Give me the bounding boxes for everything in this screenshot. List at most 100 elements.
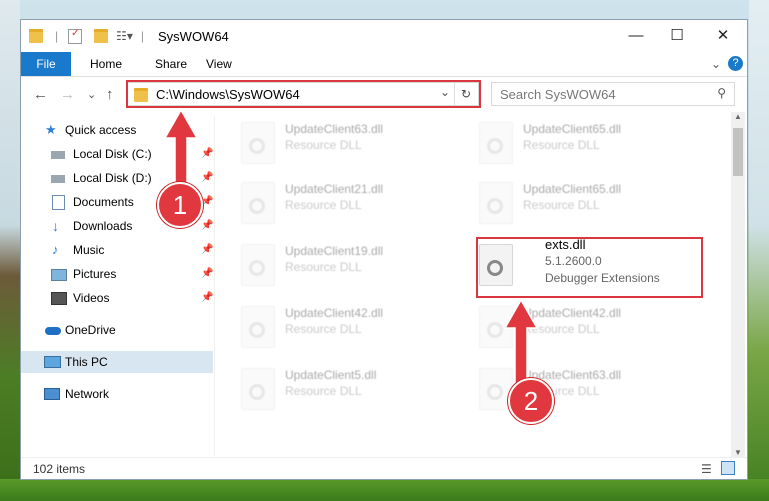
desktop-background-bottom <box>0 479 769 501</box>
window-title: SysWOW64 <box>158 29 229 44</box>
sidebar-item-music[interactable]: ♪ Music 📌 <box>21 239 213 261</box>
recent-locations-button[interactable]: ⌄ <box>87 88 96 101</box>
customize-qa-icon[interactable]: ☷▾ <box>116 29 133 43</box>
file-type: Resource DLL <box>285 198 362 212</box>
scroll-down-icon[interactable]: ▼ <box>734 448 742 457</box>
pictures-icon <box>51 269 67 281</box>
large-icons-view-icon[interactable] <box>721 461 735 475</box>
vertical-scrollbar[interactable]: ▲ ▼ <box>731 112 745 457</box>
drive-icon <box>51 175 65 183</box>
file-item[interactable]: UpdateClient65.dll Resource DLL <box>459 174 679 226</box>
sidebar-item-label: OneDrive <box>65 323 116 337</box>
details-view-icon[interactable]: ☰ <box>701 462 712 476</box>
desktop-background-left <box>0 0 20 501</box>
pin-icon[interactable]: 📌 <box>201 239 213 261</box>
sidebar-item-label: Downloads <box>73 219 133 233</box>
close-button[interactable]: ✕ <box>708 26 738 46</box>
file-name: UpdateClient65.dll <box>523 122 622 136</box>
sidebar-item-label: Music <box>73 243 105 257</box>
pin-icon[interactable]: 📌 <box>201 263 213 285</box>
file-item[interactable]: UpdateClient65.dll Resource DLL <box>459 114 679 166</box>
file-item[interactable]: UpdateClient42.dll Resource DLL <box>221 298 441 350</box>
documents-icon <box>52 195 65 210</box>
sidebar-item-label: Network <box>65 387 110 401</box>
minimize-button[interactable]: — <box>621 26 651 46</box>
search-input[interactable]: Search SysWOW64 ⚲ <box>491 82 735 106</box>
sidebar-item-pictures[interactable]: Pictures 📌 <box>21 263 213 285</box>
chevron-down-icon[interactable]: ⌄ <box>711 52 721 76</box>
file-name: UpdateClient63.dll <box>285 122 384 136</box>
file-type: Resource DLL <box>285 138 362 152</box>
tab-view[interactable]: View <box>206 52 232 76</box>
file-name: UpdateClient5.dll <box>285 368 377 382</box>
new-folder-icon[interactable] <box>94 29 109 43</box>
dll-file-icon <box>241 306 275 348</box>
dll-file-icon <box>479 182 513 224</box>
file-item[interactable]: UpdateClient5.dll Resource DLL <box>221 360 441 412</box>
file-item[interactable]: UpdateClient21.dll Resource DLL <box>221 174 441 226</box>
help-icon[interactable]: ? <box>728 56 743 71</box>
file-name: UpdateClient65.dll <box>523 182 622 196</box>
back-button[interactable]: ← <box>33 86 48 103</box>
sidebar-item-network[interactable]: Network <box>21 383 213 405</box>
downloads-icon: ↓ <box>52 218 59 234</box>
callout-badge-1: 1 <box>157 182 203 228</box>
sidebar-item-label: Documents <box>73 195 134 209</box>
file-type: Resource DLL <box>523 198 600 212</box>
sidebar-item-videos[interactable]: Videos 📌 <box>21 287 213 309</box>
quick-access-toolbar: | ✓ ☷▾ | <box>29 27 144 45</box>
maximize-button[interactable]: ☐ <box>662 26 692 46</box>
file-item[interactable]: UpdateClient63.dll Resource DLL <box>221 114 441 166</box>
title-bar: | ✓ ☷▾ | SysWOW64 — ☐ ✕ <box>21 20 747 52</box>
folder-icon <box>29 29 43 43</box>
sidebar-item-label: Local Disk (D:) <box>73 171 152 185</box>
videos-icon <box>51 292 67 305</box>
star-icon: ★ <box>45 122 57 137</box>
file-item[interactable]: UpdateClient63.dll Resource DLL <box>459 360 679 412</box>
dll-file-icon <box>479 122 513 164</box>
file-item[interactable]: UpdateClient19.dll Resource DLL <box>221 236 441 288</box>
file-name: UpdateClient19.dll <box>285 244 384 258</box>
sidebar-item-this-pc[interactable]: This PC <box>21 351 213 373</box>
file-name: UpdateClient42.dll <box>285 306 384 320</box>
file-highlight-box <box>476 237 703 298</box>
file-name: UpdateClient21.dll <box>285 182 384 196</box>
file-type: Resource DLL <box>285 260 362 274</box>
computer-icon <box>44 356 61 368</box>
dll-file-icon <box>241 244 275 286</box>
sidebar-item-onedrive[interactable]: OneDrive <box>21 319 213 341</box>
scroll-up-icon[interactable]: ▲ <box>734 112 742 121</box>
dll-file-icon <box>241 368 275 410</box>
explorer-window: | ✓ ☷▾ | SysWOW64 — ☐ ✕ File Home Share … <box>20 19 748 480</box>
file-tab[interactable]: File <box>21 52 71 76</box>
properties-icon[interactable]: ✓ <box>68 28 83 44</box>
tab-share[interactable]: Share <box>155 52 187 76</box>
scrollbar-thumb[interactable] <box>733 128 743 176</box>
tab-home[interactable]: Home <box>90 52 122 76</box>
pin-icon[interactable]: 📌 <box>201 215 213 237</box>
cloud-icon <box>45 327 61 335</box>
dll-file-icon <box>241 182 275 224</box>
sidebar-item-label: Local Disk (C:) <box>73 147 152 161</box>
search-placeholder: Search SysWOW64 <box>500 87 616 102</box>
pin-icon[interactable]: 📌 <box>201 287 213 309</box>
item-count: 102 items <box>33 462 86 476</box>
forward-button[interactable]: → <box>60 86 75 103</box>
up-button[interactable]: ↑ <box>106 86 114 103</box>
file-type: Resource DLL <box>285 384 362 398</box>
network-icon <box>44 388 60 400</box>
sidebar-item-label: Quick access <box>65 123 137 137</box>
pin-icon[interactable]: 📌 <box>201 143 213 165</box>
search-icon[interactable]: ⚲ <box>717 86 726 100</box>
desktop-background-right <box>749 0 769 501</box>
pin-icon[interactable]: 📌 <box>201 167 213 189</box>
ribbon: File Home Share View ⌄ ? <box>21 52 747 77</box>
sidebar-item-label: Pictures <box>73 267 117 281</box>
file-item[interactable]: UpdateClient42.dll Resource DLL <box>459 298 679 350</box>
sidebar-item-label: Videos <box>73 291 110 305</box>
status-bar: 102 items ☰ <box>21 457 747 481</box>
address-highlight-box <box>126 80 481 108</box>
callout-badge-2: 2 <box>508 378 554 424</box>
pane-divider <box>214 116 215 456</box>
music-icon: ♪ <box>52 242 59 257</box>
